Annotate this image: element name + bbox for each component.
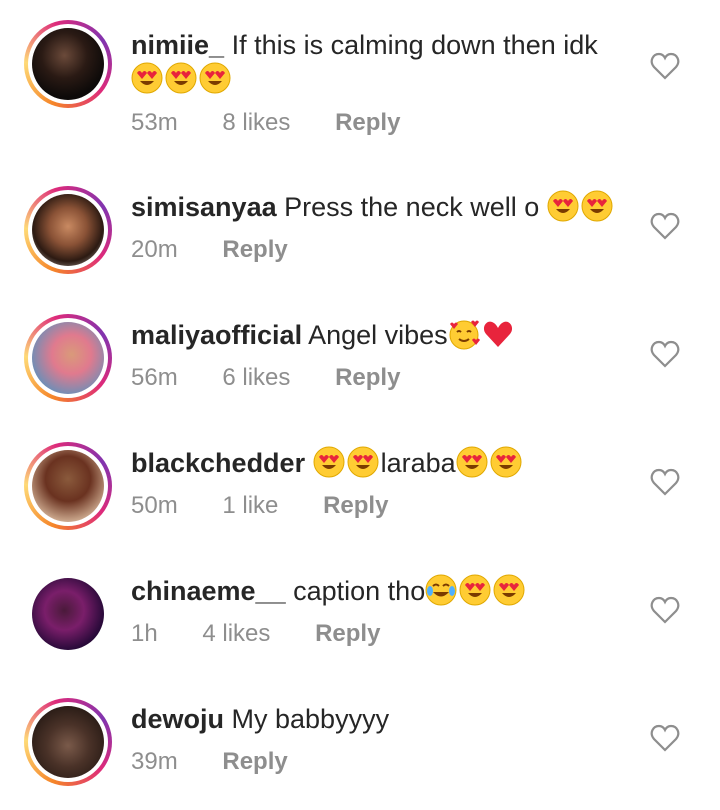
comment-likes[interactable]: 4 likes	[202, 620, 270, 648]
comment-text-line: blackchedder laraba	[131, 446, 524, 480]
comment-meta: 1h 4 likes Reply	[131, 620, 418, 648]
comment-username[interactable]: blackchedder	[131, 448, 305, 478]
avatar[interactable]	[24, 442, 112, 530]
avatar[interactable]	[24, 314, 112, 402]
red-heart-emoji-icon	[482, 318, 514, 350]
comment-text: Press the neck well o	[284, 192, 540, 222]
comment-time: 50m	[131, 492, 178, 519]
heart-eyes-emoji-icon	[165, 62, 197, 94]
heart-eyes-emoji-icon	[313, 446, 345, 478]
heart-icon[interactable]	[650, 340, 680, 368]
reply-button[interactable]: Reply	[335, 364, 400, 392]
reply-button[interactable]: Reply	[315, 620, 380, 648]
comment-text-line: maliyaofficial Angel vibes	[131, 318, 516, 352]
comment-time: 1h	[131, 620, 158, 647]
heart-eyes-emoji-icon	[459, 574, 491, 606]
comment-time: 56m	[131, 364, 178, 391]
heart-eyes-emoji-icon	[581, 190, 613, 222]
comment-meta: 50m 1 like Reply	[131, 492, 426, 520]
heart-eyes-emoji-icon	[493, 574, 525, 606]
heart-eyes-emoji-icon	[199, 62, 231, 94]
comment-text-line: simisanyaa Press the neck well o	[131, 190, 615, 224]
reply-button[interactable]: Reply	[222, 236, 287, 264]
comment-time: 53m	[131, 109, 178, 136]
comment-likes[interactable]: 1 like	[222, 492, 278, 520]
comment-meta: 53m 8 likes Reply	[131, 109, 438, 137]
heart-icon[interactable]	[650, 52, 680, 80]
avatar[interactable]	[24, 570, 112, 658]
reply-button[interactable]: Reply	[323, 492, 388, 520]
comment-text-line: chinaeme__ caption tho	[131, 574, 527, 608]
avatar[interactable]	[24, 20, 112, 108]
comment-text-line: nimiie_ If this is calming down then idk	[131, 28, 598, 62]
comment-text: If this is calming down then idk	[231, 30, 598, 60]
heart-eyes-emoji-icon	[456, 446, 488, 478]
comment-username[interactable]: nimiie_	[131, 30, 224, 60]
comment-username[interactable]: maliyaofficial	[131, 320, 302, 350]
avatar[interactable]	[24, 186, 112, 274]
heart-eyes-emoji-icon	[131, 62, 163, 94]
heart-icon[interactable]	[650, 724, 680, 752]
comment-item: dewoju My babbyyyy 39m Reply	[0, 682, 720, 810]
avatar[interactable]	[24, 698, 112, 786]
heart-eyes-emoji-icon	[547, 190, 579, 222]
smiling-face-with-hearts-emoji-icon	[448, 318, 480, 350]
comment-text: Angel vibes	[308, 320, 448, 350]
comment-item: chinaeme__ caption tho 1h 4 likes Reply	[0, 554, 720, 682]
heart-eyes-emoji-icon	[347, 446, 379, 478]
comment-text: laraba	[380, 448, 456, 478]
comment-emoji-line	[131, 62, 233, 96]
comment-likes[interactable]: 8 likes	[222, 109, 290, 137]
comment-time: 20m	[131, 236, 178, 263]
comment-meta: 20m Reply	[131, 236, 326, 264]
comment-text: My babbyyyy	[231, 704, 390, 734]
reply-button[interactable]: Reply	[222, 748, 287, 776]
comment-username[interactable]: simisanyaa	[131, 192, 277, 222]
tears-of-joy-emoji-icon	[425, 574, 457, 606]
comment-meta: 39m Reply	[131, 748, 326, 776]
comment-meta: 56m 6 likes Reply	[131, 364, 438, 392]
comment-username[interactable]: dewoju	[131, 704, 224, 734]
heart-icon[interactable]	[650, 468, 680, 496]
comment-item: simisanyaa Press the neck well o 20m Rep…	[0, 170, 720, 298]
comment-item: nimiie_ If this is calming down then idk…	[0, 0, 720, 136]
comment-time: 39m	[131, 748, 178, 775]
comment-username[interactable]: chinaeme__	[131, 576, 286, 606]
comment-text-line: dewoju My babbyyyy	[131, 702, 389, 736]
comment-item: blackchedder laraba 50m 1 like Reply	[0, 426, 720, 554]
comment-likes[interactable]: 6 likes	[222, 364, 290, 392]
heart-icon[interactable]	[650, 212, 680, 240]
comment-item: maliyaofficial Angel vibes 56m 6 likes R…	[0, 298, 720, 426]
comment-text: caption tho	[293, 576, 426, 606]
heart-icon[interactable]	[650, 596, 680, 624]
heart-eyes-emoji-icon	[490, 446, 522, 478]
reply-button[interactable]: Reply	[335, 109, 400, 137]
